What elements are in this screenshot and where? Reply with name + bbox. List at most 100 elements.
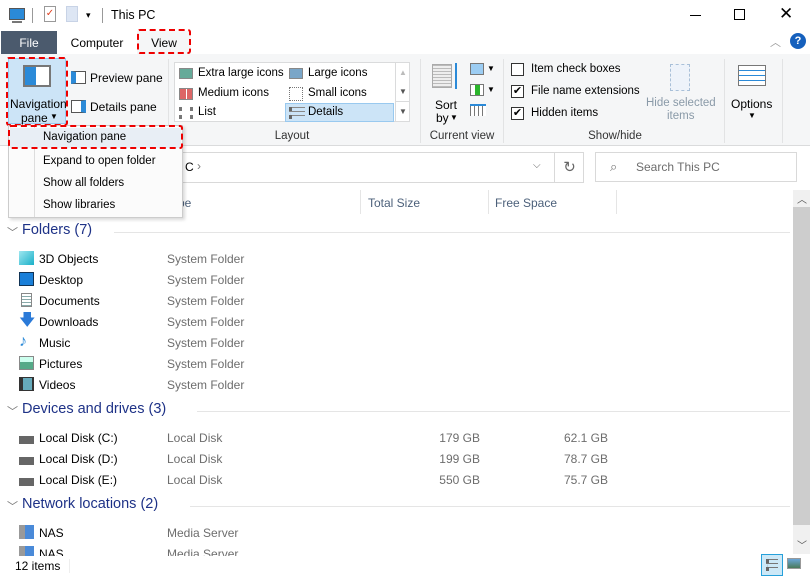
vertical-scrollbar[interactable]: ︿ ﹀ <box>793 190 810 554</box>
column-free-space[interactable]: Free Space <box>495 196 557 210</box>
list-item[interactable]: Desktop System Folder <box>0 269 760 290</box>
size-columns-to-fit-button[interactable] <box>470 104 486 116</box>
item-free-space: 75.7 GB <box>563 473 608 487</box>
divider <box>113 232 790 233</box>
list-item[interactable]: ♪ Music System Folder <box>0 332 760 353</box>
list-item[interactable]: Videos System Folder <box>0 374 760 395</box>
close-icon[interactable]: ✕ <box>779 4 793 24</box>
item-check-boxes-toggle[interactable]: Item check boxes <box>510 62 640 78</box>
item-check-boxes-checkbox[interactable] <box>511 63 524 76</box>
item-name: NAS <box>39 547 64 556</box>
breadcrumb-chevron-icon[interactable]: › <box>197 159 201 173</box>
collapse-ribbon-icon[interactable]: ︿ <box>770 34 781 50</box>
list-item[interactable]: Local Disk (C:) Local Disk 179 GB 62.1 GB <box>0 427 760 448</box>
window-title: This PC <box>111 8 156 22</box>
search-box[interactable]: ⌕ Search This PC <box>595 152 797 182</box>
hidden-items-toggle[interactable]: ✔ Hidden items <box>510 106 640 122</box>
maximize-icon[interactable] <box>734 9 745 20</box>
drive-icon <box>19 430 34 444</box>
sort-by-button[interactable]: Sort by ▼ <box>426 59 464 125</box>
sort-arrow-icon <box>455 63 457 89</box>
menu-item-show-libraries[interactable]: Show libraries <box>43 199 115 211</box>
layout-large-icons[interactable]: Large icons <box>287 65 387 83</box>
details-pane-button[interactable]: Details pane <box>70 98 162 116</box>
item-type: System Folder <box>167 336 245 350</box>
divider <box>616 190 617 214</box>
this-pc-stand-icon <box>12 21 22 23</box>
item-type: System Folder <box>167 315 245 329</box>
divider <box>782 59 783 143</box>
item-total-size: 550 GB <box>439 473 480 487</box>
label: List <box>198 106 216 118</box>
divider <box>360 190 361 214</box>
chevron-down-icon[interactable]: ﹀ <box>7 224 18 240</box>
item-name: Local Disk (D:) <box>39 452 118 466</box>
list-item[interactable]: 3D Objects System Folder <box>0 248 760 269</box>
chevron-down-icon: ▼ <box>487 64 495 73</box>
list-item[interactable]: Pictures System Folder <box>0 353 760 374</box>
file-name-extensions-toggle[interactable]: ✔ File name extensions <box>510 84 645 100</box>
scroll-down-icon[interactable]: ﹀ <box>797 537 807 552</box>
layout-extra-large-icons[interactable]: Extra large icons <box>177 65 287 83</box>
details-icon <box>289 107 305 119</box>
address-history-chevron-icon[interactable]: ⌵ <box>533 160 541 171</box>
minimize-icon[interactable] <box>690 15 701 16</box>
address-breadcrumb[interactable]: C <box>185 160 194 174</box>
details-view-button[interactable] <box>761 554 783 576</box>
scroll-up-icon[interactable]: ︿ <box>797 191 807 206</box>
layout-medium-icons[interactable]: Medium icons <box>177 85 287 103</box>
file-name-extensions-checkbox[interactable]: ✔ <box>511 85 524 98</box>
quick-access-dropdown-icon[interactable]: ▾ <box>86 10 91 21</box>
hide-selected-items-button[interactable]: Hide selected items <box>644 60 718 126</box>
item-total-size: 179 GB <box>439 431 480 445</box>
item-type: Local Disk <box>167 431 223 445</box>
menu-item-show-all-folders[interactable]: Show all folders <box>43 177 124 189</box>
hidden-items-checkbox[interactable]: ✔ <box>511 107 524 120</box>
properties-icon[interactable]: ✓ <box>44 6 56 22</box>
list-item[interactable]: NAS Media Server <box>0 543 760 556</box>
list-item[interactable]: 🡇 Downloads System Folder <box>0 311 760 332</box>
item-name: Pictures <box>39 357 83 371</box>
help-icon[interactable]: ? <box>790 33 806 49</box>
item-type: Media Server <box>167 526 239 540</box>
group-header[interactable]: ﹀ Devices and drives (3) <box>0 401 790 421</box>
chevron-down-icon[interactable]: ﹀ <box>7 498 18 514</box>
new-folder-icon[interactable] <box>66 6 78 22</box>
layout-scroll[interactable]: ▲ ▼ ▼ <box>395 63 410 122</box>
refresh-button[interactable]: ↻ <box>554 153 584 182</box>
large-icons-view-button[interactable] <box>787 558 801 569</box>
layout-small-icons[interactable]: Small icons <box>287 85 387 103</box>
menu-item-expand-to-open-folder[interactable]: Expand to open folder <box>43 155 156 167</box>
list-item[interactable]: Local Disk (D:) Local Disk 199 GB 78.7 GB <box>0 448 760 469</box>
group-title: Devices and drives (3) <box>22 401 167 417</box>
chevron-down-icon[interactable]: ﹀ <box>7 403 18 419</box>
group-header[interactable]: ﹀ Network locations (2) <box>0 496 790 516</box>
item-total-size: 199 GB <box>439 452 480 466</box>
preview-pane-button[interactable]: Preview pane <box>70 69 163 87</box>
item-type: System Folder <box>167 252 245 266</box>
column-total-size[interactable]: Total Size <box>368 196 420 210</box>
tab-computer[interactable]: Computer <box>62 31 132 55</box>
item-type: Media Server <box>167 547 239 556</box>
this-pc-icon <box>9 8 25 20</box>
layout-details[interactable]: Details <box>285 103 394 122</box>
label: Details <box>308 106 344 118</box>
add-columns-button[interactable] <box>470 84 484 96</box>
list-item[interactable]: NAS Media Server <box>0 522 760 543</box>
item-type: System Folder <box>167 294 245 308</box>
search-input[interactable]: Search This PC <box>636 160 720 174</box>
list-item[interactable]: Local Disk (E:) Local Disk 550 GB 75.7 GB <box>0 469 760 490</box>
item-type: Local Disk <box>167 452 223 466</box>
layout-list[interactable]: List <box>177 104 287 122</box>
drive-icon <box>19 472 34 486</box>
group-header[interactable]: ﹀ Folders (7) <box>0 222 790 242</box>
options-icon <box>738 65 766 86</box>
label: Extra large icons <box>198 67 284 79</box>
group-by-button[interactable] <box>470 63 484 75</box>
chevron-down-icon: ▼ <box>748 111 756 120</box>
chevron-down-icon: ▼ <box>450 113 458 122</box>
tab-file[interactable]: File <box>1 31 57 55</box>
options-button[interactable]: Options ▼ <box>728 60 778 126</box>
scrollbar-thumb[interactable] <box>793 207 810 525</box>
list-item[interactable]: Documents System Folder <box>0 290 760 311</box>
